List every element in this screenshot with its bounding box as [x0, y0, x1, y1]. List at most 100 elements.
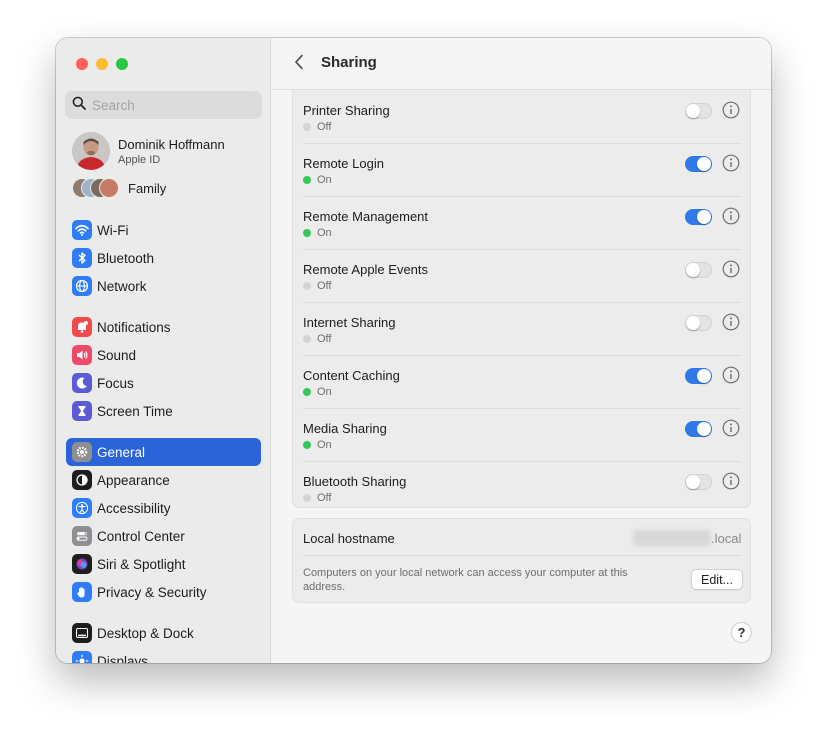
profile-text: Dominik Hoffmann Apple ID [118, 137, 225, 166]
internet-sharing-toggle[interactable] [685, 315, 712, 331]
sidebar-item-label: Screen Time [97, 403, 173, 419]
service-status: Off [303, 121, 331, 133]
sidebar-item-notifications[interactable]: Notifications [66, 313, 261, 341]
toggle-knob [686, 475, 700, 489]
search-input[interactable] [92, 97, 252, 113]
sidebar-item-privacy-security[interactable]: Privacy & Security [66, 578, 261, 606]
family-avatar [99, 178, 119, 198]
service-name: Internet Sharing [303, 315, 396, 330]
service-name: Remote Management [303, 209, 429, 224]
globe-icon [72, 276, 92, 296]
remote-login-toggle[interactable] [685, 156, 712, 172]
status-text: Off [317, 121, 332, 133]
services-group: Printer Sharing Off Remote Login On Remo… [292, 78, 751, 508]
info-icon[interactable] [722, 154, 740, 172]
status-dot [303, 176, 311, 184]
sidebar-item-label: Privacy & Security [97, 584, 207, 600]
sidebar-item-bluetooth[interactable]: Bluetooth [66, 244, 261, 272]
hand-icon [72, 582, 92, 602]
sidebar-item-label: Network [97, 278, 147, 294]
dock-icon [72, 623, 92, 643]
content-caching-toggle[interactable] [685, 368, 712, 384]
minimize-window-button[interactable] [96, 58, 108, 70]
sidebar-item-appearance[interactable]: Appearance [66, 466, 261, 494]
sidebar-item-label: Bluetooth [97, 250, 155, 266]
sidebar-item-displays[interactable]: Displays [66, 647, 261, 663]
status-dot [303, 282, 311, 290]
zoom-window-button[interactable] [116, 58, 128, 70]
settings-window: Dominik Hoffmann Apple ID Family Wi-Fi [56, 38, 771, 663]
sidebar-item-siri-spotlight[interactable]: Siri & Spotlight [66, 550, 261, 578]
sidebar-item-label: Sound [97, 347, 137, 363]
wifi-icon [72, 220, 92, 240]
close-window-button[interactable] [76, 58, 88, 70]
service-row-remote-management: Remote Management On [303, 197, 741, 250]
remote-management-toggle[interactable] [685, 209, 712, 225]
sidebar-item-sound[interactable]: Sound [66, 341, 261, 369]
service-status: Off [303, 280, 331, 292]
sidebar-item-label: Appearance [97, 472, 170, 488]
sidebar-item-general[interactable]: General [66, 438, 261, 466]
sidebar-item-wifi[interactable]: Wi-Fi [66, 216, 261, 244]
status-text: On [317, 386, 332, 398]
sidebar-item-screen-time[interactable]: Screen Time [66, 397, 261, 425]
apple-id-profile[interactable]: Dominik Hoffmann Apple ID [72, 132, 225, 170]
service-name: Bluetooth Sharing [303, 474, 407, 489]
status-dot [303, 335, 311, 343]
info-icon[interactable] [722, 207, 740, 225]
sidebar-item-label: Control Center [97, 528, 185, 544]
status-dot [303, 494, 311, 502]
service-status: On [303, 227, 332, 239]
sidebar-item-label: Focus [97, 375, 134, 391]
sidebar: Dominik Hoffmann Apple ID Family Wi-Fi [56, 38, 271, 663]
toggle-knob [686, 104, 700, 118]
sidebar-item-accessibility[interactable]: Accessibility [66, 494, 261, 522]
toggle-knob [686, 263, 700, 277]
service-status: Off [303, 333, 331, 345]
chevron-left-icon [294, 54, 304, 75]
sidebar-item-network[interactable]: Network [66, 272, 261, 300]
status-text: On [317, 227, 332, 239]
back-button[interactable] [290, 54, 308, 74]
bluetooth-sharing-toggle[interactable] [685, 474, 712, 490]
accessibility-icon [72, 498, 92, 518]
info-icon[interactable] [722, 419, 740, 437]
info-icon[interactable] [722, 366, 740, 384]
sidebar-item-focus[interactable]: Focus [66, 369, 261, 397]
info-icon[interactable] [722, 313, 740, 331]
info-icon[interactable] [722, 472, 740, 490]
siri-icon [72, 554, 92, 574]
toggle-knob [697, 369, 711, 383]
remote-apple-events-toggle[interactable] [685, 262, 712, 278]
info-icon[interactable] [722, 260, 740, 278]
service-row-media-sharing: Media Sharing On [303, 409, 741, 462]
sidebar-item-label: Siri & Spotlight [97, 556, 186, 572]
service-row-remote-apple-events: Remote Apple Events Off [303, 250, 741, 303]
service-row-bluetooth-sharing: Bluetooth Sharing Off [303, 462, 741, 515]
page-title: Sharing [321, 54, 377, 71]
bluetooth-icon [72, 248, 92, 268]
printer-sharing-toggle[interactable] [685, 103, 712, 119]
appearance-icon [72, 470, 92, 490]
hostname-redacted [633, 530, 711, 546]
service-name: Media Sharing [303, 421, 387, 436]
status-dot [303, 441, 311, 449]
service-row-remote-login: Remote Login On [303, 144, 741, 197]
service-name: Remote Login [303, 156, 384, 171]
search-field[interactable] [65, 91, 262, 119]
gear-icon [72, 442, 92, 462]
sidebar-item-control-center[interactable]: Control Center [66, 522, 261, 550]
info-icon[interactable] [722, 101, 740, 119]
service-row-internet-sharing: Internet Sharing Off [303, 303, 741, 356]
moon-icon [72, 373, 92, 393]
family-item[interactable]: Family [72, 178, 166, 198]
media-sharing-toggle[interactable] [685, 421, 712, 437]
hostname-group: Local hostname .local Computers on your … [292, 518, 751, 603]
sidebar-item-desktop-dock[interactable]: Desktop & Dock [66, 619, 261, 647]
edit-hostname-button[interactable]: Edit... [691, 569, 743, 590]
help-button[interactable]: ? [731, 622, 752, 643]
hostname-description: Computers on your local network can acce… [303, 567, 628, 593]
toggle-knob [697, 210, 711, 224]
displays-icon [72, 651, 92, 663]
control-center-icon [72, 526, 92, 546]
